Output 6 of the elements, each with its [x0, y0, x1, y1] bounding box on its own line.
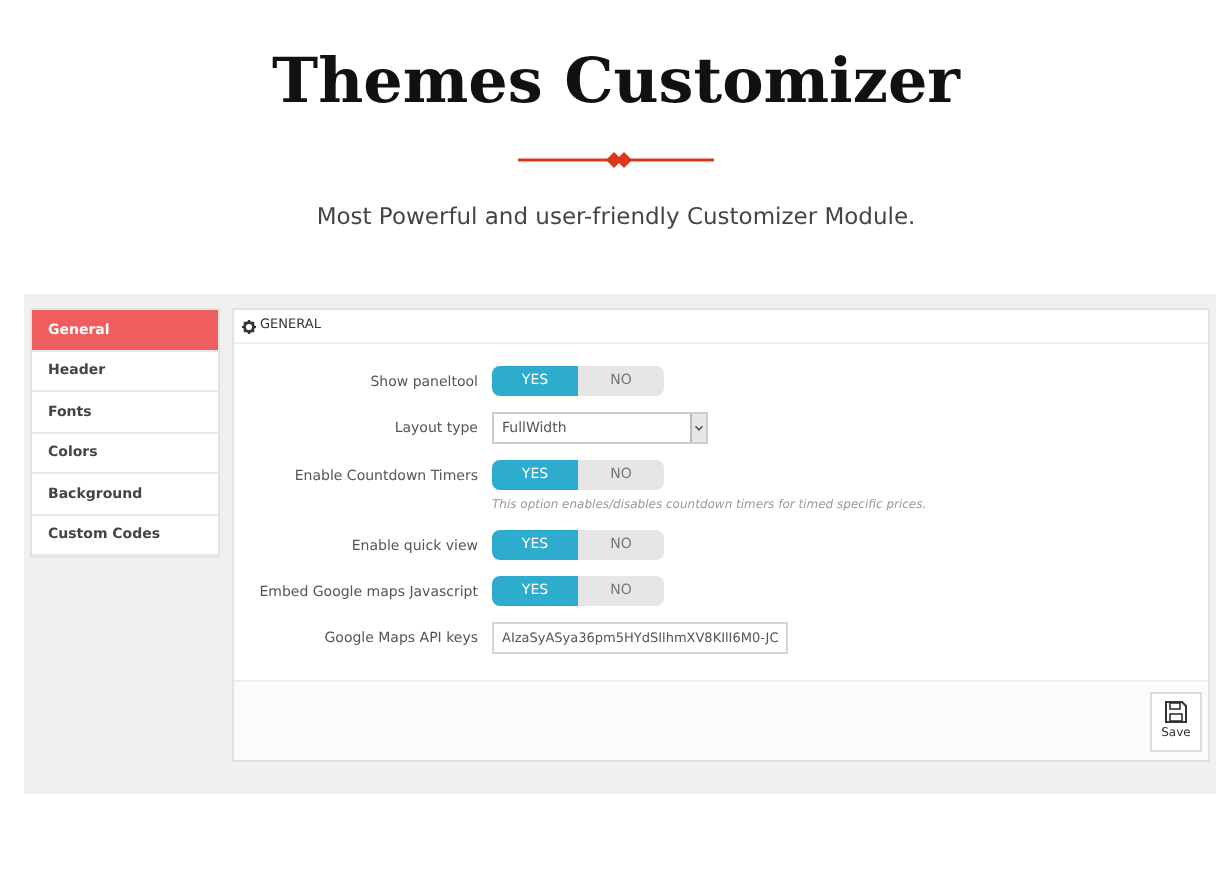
gear-icon	[242, 319, 256, 334]
page-title: Themes Customizer	[272, 44, 960, 122]
caret-icon	[690, 414, 706, 443]
subtitle: Most Powerful and user-friendly Customizer Module.	[316, 200, 916, 234]
save-icon	[1164, 700, 1188, 725]
divider-ornament-icon	[518, 152, 714, 168]
